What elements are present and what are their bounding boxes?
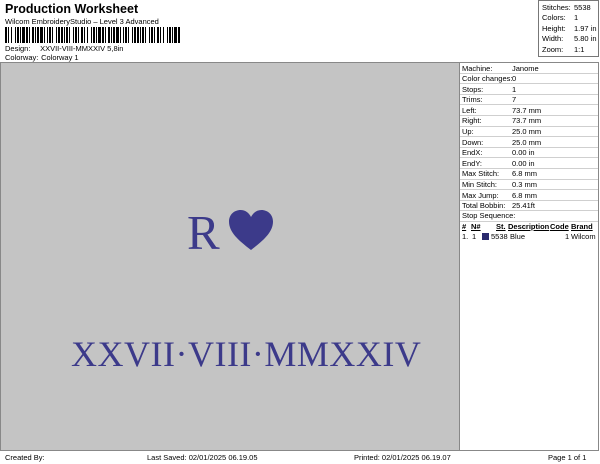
details-list: Machine: Janome Color changes: 0 Stops: 1 T… [460, 63, 598, 212]
col-needle: N# [471, 221, 481, 231]
detail-endx: EndX: 0.00 in [460, 148, 598, 159]
design-name: XXVII-VIII-MMXXIV 5,8in [40, 44, 124, 53]
design-initial: R [187, 205, 220, 260]
detail-max-jump: Max Jump: 6.8 mm [460, 190, 598, 201]
colorway-row: Colorway: Colorway 1 [5, 53, 79, 62]
design-label: Design: [5, 44, 31, 53]
col-number: # [462, 221, 467, 231]
stop-stitches: 5538 [491, 231, 508, 241]
detail-min-stitch: Min Stitch: 0.3 mm [460, 180, 598, 191]
details-panel: Machine: Janome Color changes: 0 Stops: 1 T… [460, 62, 599, 451]
color-swatch [482, 232, 489, 240]
col-stitches: St. [496, 221, 506, 231]
detail-trims: Trims: 7 [460, 95, 598, 106]
summary-stitches: Stitches: 5538 [542, 3, 591, 12]
detail-max-stitch: Max Stitch: 6.8 mm [460, 169, 598, 180]
software-subtitle: Wilcom EmbroideryStudio – Level 3 Advanc… [5, 17, 159, 26]
detail-color-changes: Color changes: 0 [460, 74, 598, 85]
detail-total-bobbin: Total Bobbin: 25.41ft [460, 201, 598, 212]
detail-stops: Stops: 1 [460, 84, 598, 95]
summary-width: Width: 5.80 in [542, 34, 597, 44]
stop-code: 1 [565, 231, 570, 241]
footer-printed: Printed: 02/01/2025 06.19.07 [354, 453, 451, 462]
summary-height: Height: 1.97 in [542, 23, 597, 33]
summary-box: Stitches: 5538 Colors: 1 Height: 1.97 in Wi… [538, 0, 599, 57]
detail-right: Right: 73.7 mm [460, 116, 598, 127]
summary-zoom: Zoom: 1:1 [542, 44, 585, 54]
design-row: Design: XXVII-VIII-MMXXIV 5,8in [5, 44, 123, 53]
design-line-initial: R [187, 197, 274, 257]
production-worksheet: Production Worksheet Wilcom EmbroiderySt… [0, 0, 600, 464]
detail-up: Up: 25.0 mm [460, 127, 598, 138]
design-date-text: XXVII·VIII·MMXXIV [71, 334, 422, 374]
col-description: Description [508, 221, 550, 231]
footer: Created By: Last Saved: 02/01/2025 06.19… [0, 451, 600, 464]
footer-last-saved: Last Saved: 02/01/2025 06.19.05 [147, 453, 258, 462]
detail-down: Down: 25.0 mm [460, 137, 598, 148]
stop-number: 1. [462, 231, 469, 241]
footer-page: Page 1 of 1 [548, 453, 587, 462]
colorway-label: Colorway: [5, 53, 39, 62]
col-code: Code [550, 221, 569, 231]
stop-needle: 1 [472, 231, 477, 241]
stop-brand: Wilcom [571, 231, 596, 241]
design-preview: R XXVII·VIII·MMXXIV [0, 62, 460, 451]
barcode [5, 27, 187, 43]
stop-sequence-header: # N# St. Description Code Brand [460, 222, 598, 232]
heart-icon [228, 210, 273, 250]
stop-sequence-row: 1. 1 5538 Blue 1 Wilcom [460, 232, 598, 242]
col-brand: Brand [571, 221, 593, 231]
summary-colors: Colors: 1 [542, 13, 579, 23]
stop-description: Blue [510, 231, 526, 241]
detail-left: Left: 73.7 mm [460, 105, 598, 116]
detail-machine: Machine: Janome [460, 63, 598, 74]
colorway-value: Colorway 1 [41, 53, 79, 62]
page-title: Production Worksheet [5, 2, 139, 16]
stop-sequence-title: Stop Sequence: [460, 211, 598, 222]
footer-created-by: Created By: [5, 453, 45, 462]
detail-endy: EndY: 0.00 in [460, 158, 598, 169]
